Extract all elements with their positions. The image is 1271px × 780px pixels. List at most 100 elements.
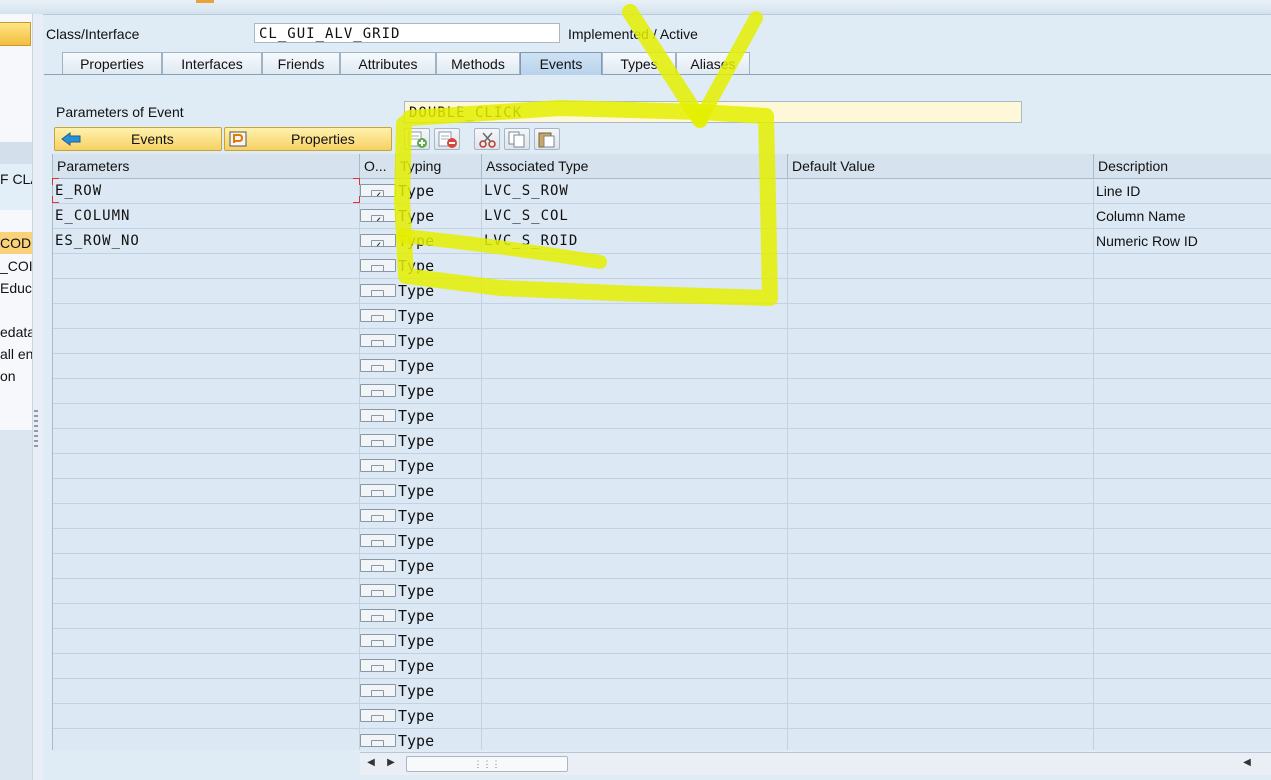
table-row[interactable]: Type xyxy=(53,379,1271,404)
optional-cell[interactable] xyxy=(360,334,396,347)
default-value-cell[interactable] xyxy=(788,179,1094,203)
optional-checkbox[interactable] xyxy=(371,365,384,371)
properties-button[interactable]: Properties xyxy=(224,127,392,151)
associated-type-cell[interactable] xyxy=(482,679,788,703)
navigator-row[interactable]: edata xyxy=(0,321,32,343)
description-cell[interactable] xyxy=(1094,254,1271,278)
associated-type-cell[interactable] xyxy=(482,629,788,653)
parameter-name-cell[interactable] xyxy=(53,654,360,678)
typing-cell[interactable]: Type xyxy=(396,604,482,628)
default-value-cell[interactable] xyxy=(788,679,1094,703)
navigator-row[interactable]: all en xyxy=(0,343,32,365)
optional-cell[interactable]: ✓ xyxy=(360,209,396,222)
associated-type-cell[interactable]: LVC_S_ROID xyxy=(482,229,788,253)
optional-cell[interactable] xyxy=(360,659,396,672)
description-cell[interactable]: Line ID xyxy=(1094,179,1271,203)
table-row[interactable]: Type xyxy=(53,404,1271,429)
table-row[interactable]: Type xyxy=(53,554,1271,579)
default-value-cell[interactable] xyxy=(788,554,1094,578)
description-cell[interactable] xyxy=(1094,629,1271,653)
typing-cell[interactable]: Type xyxy=(396,704,482,728)
optional-checkbox[interactable] xyxy=(371,740,384,746)
optional-cell[interactable] xyxy=(360,684,396,697)
associated-type-cell[interactable] xyxy=(482,504,788,528)
table-row[interactable]: Type xyxy=(53,629,1271,654)
parameter-name-cell[interactable] xyxy=(53,279,360,303)
associated-type-cell[interactable] xyxy=(482,429,788,453)
associated-type-cell[interactable] xyxy=(482,704,788,728)
typing-cell[interactable]: Type xyxy=(396,229,482,253)
table-row[interactable]: Type xyxy=(53,254,1271,279)
optional-checkbox[interactable] xyxy=(371,590,384,596)
table-row[interactable]: Type xyxy=(53,654,1271,679)
tab-interfaces[interactable]: Interfaces xyxy=(162,52,262,74)
parameter-name-cell[interactable] xyxy=(53,629,360,653)
optional-cell[interactable] xyxy=(360,259,396,272)
optional-cell[interactable]: ✓ xyxy=(360,234,396,247)
associated-type-cell[interactable] xyxy=(482,329,788,353)
description-cell[interactable] xyxy=(1094,429,1271,453)
optional-checkbox[interactable] xyxy=(371,665,384,671)
typing-cell[interactable]: Type xyxy=(396,254,482,278)
tab-types[interactable]: Types xyxy=(602,52,676,74)
optional-checkbox[interactable] xyxy=(371,290,384,296)
table-row[interactable]: Type xyxy=(53,679,1271,704)
column-header-default-value[interactable]: Default Value xyxy=(788,154,1094,178)
default-value-cell[interactable] xyxy=(788,429,1094,453)
associated-type-cell[interactable]: LVC_S_COL xyxy=(482,204,788,228)
parameter-name-cell[interactable] xyxy=(53,329,360,353)
table-row[interactable]: Type xyxy=(53,279,1271,304)
typing-cell[interactable]: Type xyxy=(396,504,482,528)
default-value-cell[interactable] xyxy=(788,354,1094,378)
parameter-name-cell[interactable] xyxy=(53,404,360,428)
description-cell[interactable] xyxy=(1094,479,1271,503)
optional-cell[interactable] xyxy=(360,534,396,547)
optional-cell[interactable] xyxy=(360,734,396,747)
parameter-name-cell[interactable] xyxy=(53,254,360,278)
splitter-grip-icon[interactable] xyxy=(34,410,38,450)
optional-checkbox[interactable]: ✓ xyxy=(371,190,384,196)
optional-checkbox[interactable] xyxy=(371,315,384,321)
table-row[interactable]: E_COLUMN ✓ Type LVC_S_COL Column Name xyxy=(53,204,1271,229)
table-row[interactable]: Type xyxy=(53,304,1271,329)
parameter-name-cell[interactable] xyxy=(53,454,360,478)
optional-cell[interactable] xyxy=(360,284,396,297)
default-value-cell[interactable] xyxy=(788,629,1094,653)
description-cell[interactable] xyxy=(1094,604,1271,628)
optional-cell[interactable] xyxy=(360,559,396,572)
typing-cell[interactable]: Type xyxy=(396,179,482,203)
associated-type-cell[interactable] xyxy=(482,279,788,303)
associated-type-cell[interactable] xyxy=(482,654,788,678)
associated-type-cell[interactable] xyxy=(482,304,788,328)
optional-checkbox[interactable] xyxy=(371,690,384,696)
optional-checkbox[interactable] xyxy=(371,415,384,421)
default-value-cell[interactable] xyxy=(788,229,1094,253)
description-cell[interactable] xyxy=(1094,354,1271,378)
grid-horizontal-scrollbar[interactable]: ◀ ▶ ⋮⋮⋮ ◀ xyxy=(360,752,1271,775)
table-row[interactable]: Type xyxy=(53,704,1271,729)
tab-properties[interactable]: Properties xyxy=(62,52,162,74)
events-back-button[interactable]: Events xyxy=(54,127,222,151)
optional-checkbox[interactable] xyxy=(371,540,384,546)
typing-cell[interactable]: Type xyxy=(396,479,482,503)
scroll-right-icon[interactable]: ▶ xyxy=(384,755,398,771)
scroll-thumb[interactable]: ⋮⋮⋮ xyxy=(406,756,568,772)
default-value-cell[interactable] xyxy=(788,654,1094,678)
typing-cell[interactable]: Type xyxy=(396,204,482,228)
associated-type-cell[interactable]: LVC_S_ROW xyxy=(482,179,788,203)
class-interface-field[interactable]: CL_GUI_ALV_GRID xyxy=(254,23,560,43)
table-row[interactable]: Type xyxy=(53,504,1271,529)
column-header-associated-type[interactable]: Associated Type xyxy=(482,154,788,178)
table-row[interactable]: Type xyxy=(53,429,1271,454)
typing-cell[interactable]: Type xyxy=(396,354,482,378)
parameter-name-cell[interactable] xyxy=(53,379,360,403)
description-cell[interactable]: Column Name xyxy=(1094,204,1271,228)
associated-type-cell[interactable] xyxy=(482,579,788,603)
parameter-name-cell[interactable]: ES_ROW_NO xyxy=(53,229,360,253)
tab-aliases[interactable]: Aliases xyxy=(676,52,750,74)
scroll-left-icon[interactable]: ◀ xyxy=(364,755,378,771)
parameter-name-cell[interactable] xyxy=(53,604,360,628)
column-header-typing[interactable]: Typing xyxy=(396,154,482,178)
associated-type-cell[interactable] xyxy=(482,379,788,403)
column-header-optional[interactable]: O... xyxy=(360,154,396,178)
